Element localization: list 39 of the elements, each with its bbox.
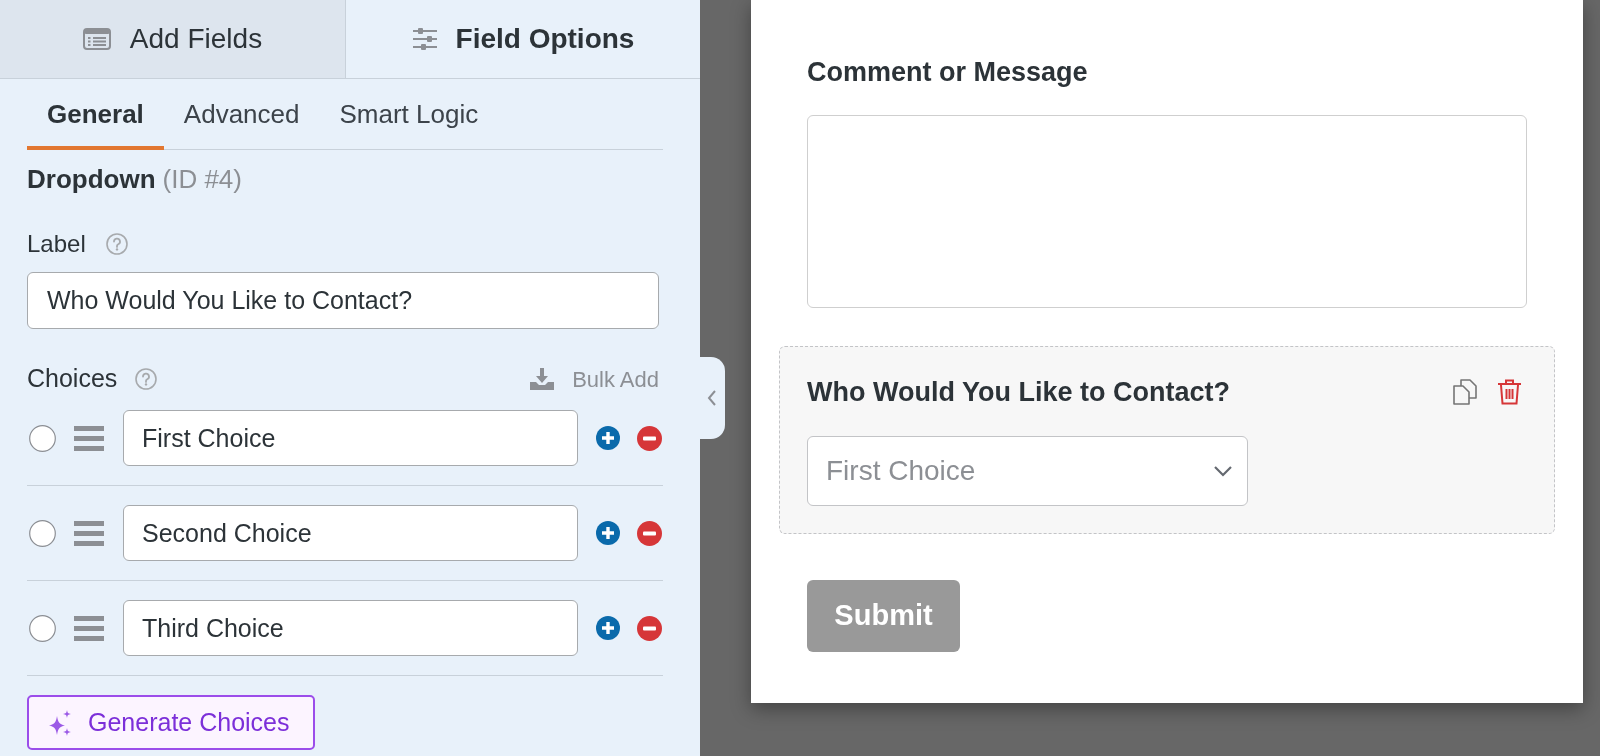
field-label: Comment or Message <box>807 56 1088 88</box>
radio-button[interactable] <box>29 614 56 642</box>
field-label: Who Would You Like to Contact? <box>807 376 1230 408</box>
choices-label: Choices <box>27 363 118 395</box>
choice-input[interactable]: Second Choice <box>123 505 578 561</box>
drag-handle-icon[interactable] <box>74 425 104 451</box>
subtab[interactable]: Advanced <box>163 79 320 150</box>
label-input[interactable]: Who Would You Like to Contact? <box>27 272 659 329</box>
collapse-button[interactable] <box>699 357 725 439</box>
trash-icon[interactable] <box>1497 379 1522 405</box>
field-type-title: Dropdown <box>27 162 156 196</box>
help-icon[interactable] <box>105 233 128 255</box>
subtab[interactable]: Smart Logic <box>319 79 499 150</box>
sliders-icon <box>411 27 438 51</box>
drag-handle-icon[interactable] <box>74 520 104 546</box>
radio-button[interactable] <box>29 424 56 452</box>
field-label: Label <box>27 229 86 259</box>
selected-field-box[interactable]: Who Would You Like to Contact? First Choice <box>779 346 1555 534</box>
generate-choices-button[interactable]: Generate Choices <box>27 695 315 750</box>
minus-circle-icon[interactable] <box>637 520 662 546</box>
textarea-field[interactable] <box>807 115 1527 308</box>
list-icon <box>82 28 111 50</box>
copy-icon[interactable] <box>1451 379 1480 405</box>
plus-circle-icon[interactable] <box>596 616 620 640</box>
help-icon[interactable] <box>135 368 158 390</box>
plus-circle-icon[interactable] <box>596 426 620 450</box>
field-id: (ID #4) <box>162 162 242 196</box>
minus-circle-icon[interactable] <box>637 425 662 451</box>
chevron-down-icon <box>1213 465 1233 477</box>
subtab[interactable]: General <box>27 79 164 150</box>
tab[interactable]: Add Fields <box>0 0 346 78</box>
choice-input[interactable]: Third Choice <box>123 600 578 656</box>
download-icon <box>530 368 555 390</box>
plus-circle-icon[interactable] <box>596 521 620 545</box>
radio-button[interactable] <box>29 519 56 547</box>
choice-input[interactable]: First Choice <box>123 410 578 466</box>
minus-circle-icon[interactable] <box>637 615 662 641</box>
chevron-left-icon <box>707 389 717 407</box>
drag-handle-icon[interactable] <box>74 615 104 641</box>
